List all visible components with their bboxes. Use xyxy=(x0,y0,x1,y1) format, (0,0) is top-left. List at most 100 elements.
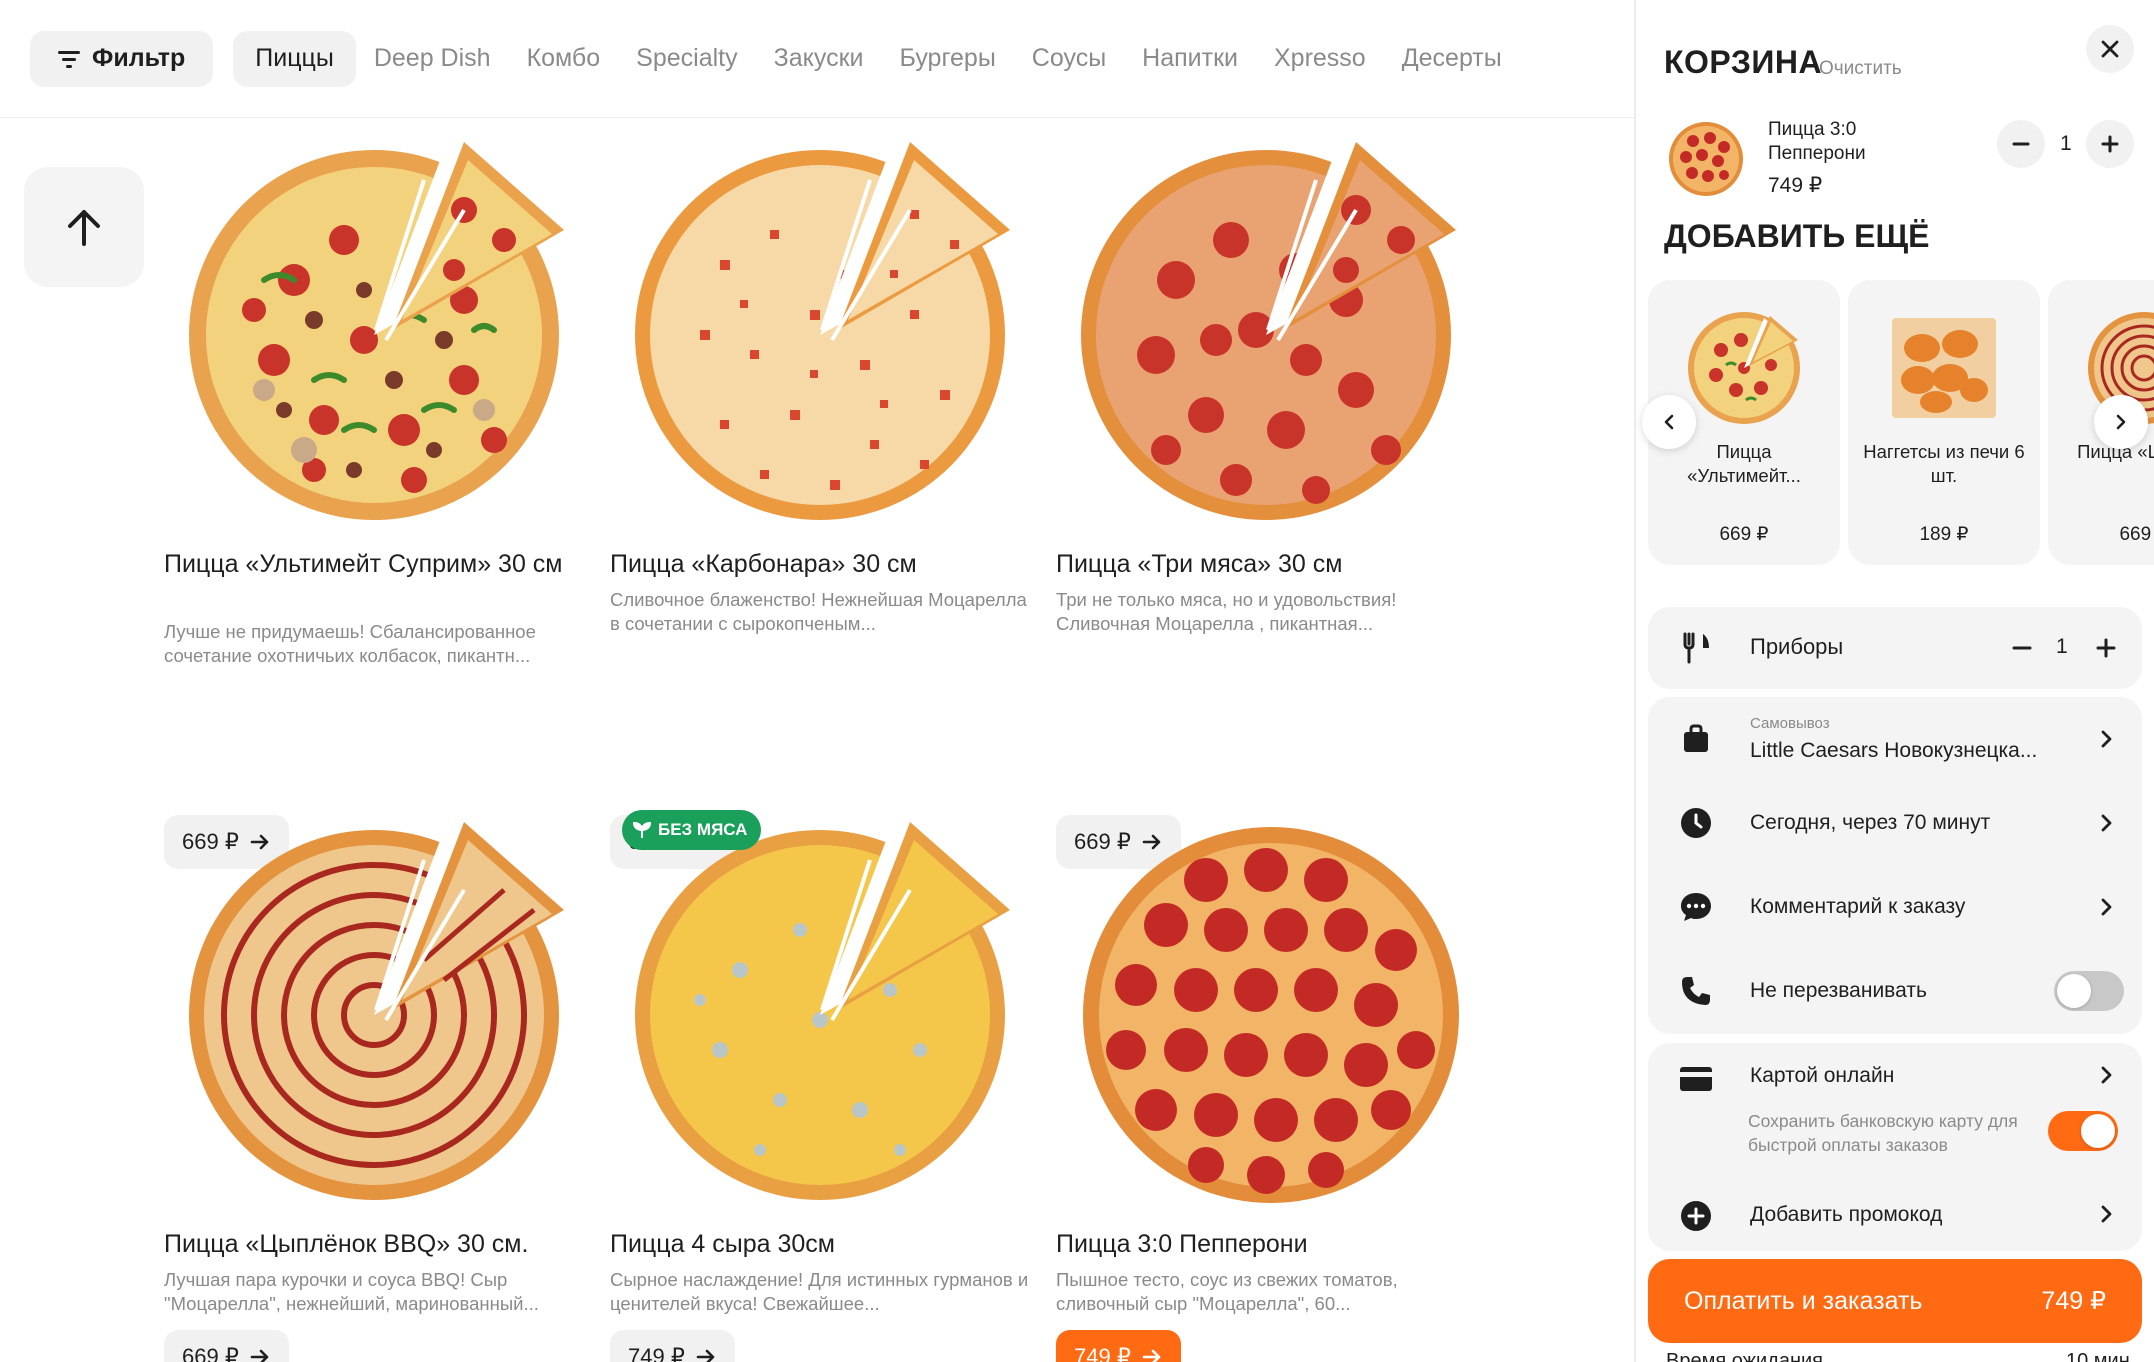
tab-burgers[interactable]: Бургеры xyxy=(881,31,1013,87)
wait-time-label: Время ожидания xyxy=(1666,1350,1824,1362)
tab-specialty[interactable]: Specialty xyxy=(618,31,755,87)
pickup-sublabel: Самовывоз xyxy=(1750,715,1830,732)
product-title: Пицца «Три мяса» 30 см xyxy=(1056,550,1343,578)
no-call-row: Не перезванивать xyxy=(1648,949,2142,1033)
pay-and-order-button[interactable]: Оплатить и заказать 749 ₽ xyxy=(1648,1259,2142,1343)
pickup-address: Little Caesars Новокузнецка... xyxy=(1750,739,2038,762)
pizza-image xyxy=(164,810,584,1230)
veg-badge-label: БЕЗ МЯСА xyxy=(658,820,748,839)
card-icon xyxy=(1678,1061,1714,1097)
product-description: Лучше не придумаешь! Сбалансированное со… xyxy=(164,621,536,666)
plus-circle-icon xyxy=(1678,1198,1714,1234)
chevron-right-icon xyxy=(2101,1066,2112,1084)
promo-row[interactable]: Добавить промокод xyxy=(1648,1181,2142,1251)
product-title: Пицца «Ультимейт Суприм» 30 см xyxy=(164,550,563,578)
product-description: Лучшая пара курочки и соуса BBQ! Сыр "Мо… xyxy=(164,1269,539,1314)
chevron-right-icon xyxy=(2101,1205,2112,1223)
tab-deep-dish[interactable]: Deep Dish xyxy=(356,31,509,87)
plus-icon xyxy=(2101,135,2119,153)
payment-method-row[interactable]: Картой онлайн xyxy=(1648,1043,2142,1109)
product-title: Пицца 3:0 Пепперони xyxy=(1056,1230,1308,1258)
tab-desserts[interactable]: Десерты xyxy=(1384,31,1520,87)
filter-label: Фильтр xyxy=(92,44,186,72)
price-label: 669 ₽ xyxy=(182,1344,239,1362)
cart-item-image xyxy=(1668,121,1744,197)
plus-icon xyxy=(2096,638,2116,658)
pay-amount: 749 ₽ xyxy=(2041,1287,2106,1315)
close-cart-button[interactable] xyxy=(2086,25,2134,73)
pizza-image xyxy=(1056,130,1476,550)
cutlery-increase-button[interactable] xyxy=(2092,634,2120,662)
price-label: 749 ₽ xyxy=(1074,1344,1131,1362)
cutlery-decrease-button[interactable] xyxy=(2008,634,2036,662)
pizza-image xyxy=(1056,810,1476,1230)
comment-label: Комментарий к заказу xyxy=(1750,895,1966,918)
arrow-up-icon xyxy=(68,210,100,246)
pizza-image xyxy=(610,130,1030,550)
promo-label: Добавить промокод xyxy=(1750,1203,1943,1226)
price-button[interactable]: 749 ₽ xyxy=(610,1330,735,1362)
pay-label: Оплатить и заказать xyxy=(1684,1286,1923,1315)
increase-qty-button[interactable] xyxy=(2086,120,2134,168)
cart-panel: КОРЗИНА Очистить Пицца 3:0 Пепперони 749… xyxy=(1636,0,2154,1362)
product-description: Пышное тесто, соус из свежих томатов, сл… xyxy=(1056,1269,1398,1314)
minus-icon xyxy=(2012,142,2030,146)
category-bar: Фильтр Пиццы Deep Dish Комбо Specialty З… xyxy=(0,0,1634,118)
cart-item-qty: 1 xyxy=(2060,132,2072,155)
add-more-title: ДОБАВИТЬ ЕЩЁ xyxy=(1664,218,1930,254)
cart-title: КОРЗИНА xyxy=(1664,44,1823,80)
pizza-image xyxy=(164,130,584,550)
upsell-image xyxy=(1892,318,1996,418)
arrow-right-icon xyxy=(1142,1349,1161,1362)
time-label: Сегодня, через 70 минут xyxy=(1750,811,1991,834)
clock-icon xyxy=(1678,805,1714,841)
chevron-right-icon xyxy=(2101,730,2112,748)
wait-time-value: 10 мин xyxy=(2066,1350,2130,1362)
comment-icon xyxy=(1678,889,1714,925)
upsell-price: 669 ₽ xyxy=(1719,524,1769,545)
arrow-right-icon xyxy=(696,1349,715,1362)
tab-pizzas[interactable]: Пиццы xyxy=(233,30,356,87)
save-card-toggle[interactable] xyxy=(2048,1111,2118,1151)
carousel-next-button[interactable] xyxy=(2094,395,2148,449)
pizza-image xyxy=(610,810,1030,1230)
cart-item-name: Пицца 3:0 Пепперони xyxy=(1768,119,1866,164)
close-icon xyxy=(2101,40,2119,58)
cutlery-qty: 1 xyxy=(2056,635,2068,658)
price-label: 749 ₽ xyxy=(628,1344,685,1362)
save-card-text: Сохранить банковскую карту для быстрой о… xyxy=(1748,1111,2018,1155)
chevron-left-icon xyxy=(1664,414,1674,430)
cutlery-panel: Приборы 1 xyxy=(1648,607,2142,689)
decrease-qty-button[interactable] xyxy=(1997,120,2045,168)
payment-method-label: Картой онлайн xyxy=(1750,1064,1895,1087)
carousel-prev-button[interactable] xyxy=(1642,395,1696,449)
price-button[interactable]: 669 ₽ xyxy=(164,1330,289,1362)
tab-xpresso[interactable]: Xpresso xyxy=(1256,31,1384,87)
upsell-card[interactable]: Наггетсы из печи 6 шт. 189 ₽ xyxy=(1848,280,2040,565)
comment-row[interactable]: Комментарий к заказу xyxy=(1648,865,2142,949)
tab-sauces[interactable]: Соусы xyxy=(1014,31,1124,87)
tab-combo[interactable]: Комбо xyxy=(509,31,619,87)
product-description: Сырное наслаждение! Для истинных гурмано… xyxy=(610,1269,1029,1314)
no-call-toggle[interactable] xyxy=(2054,971,2124,1011)
cart-item-price: 749 ₽ xyxy=(1768,174,1823,197)
time-row[interactable]: Сегодня, через 70 минут xyxy=(1648,781,2142,865)
leaf-icon xyxy=(632,821,652,838)
cutlery-icon xyxy=(1678,630,1714,666)
minus-icon xyxy=(2012,646,2032,650)
scroll-up-button[interactable] xyxy=(24,167,144,287)
no-call-label: Не перезванивать xyxy=(1750,979,1927,1002)
filter-button[interactable]: Фильтр xyxy=(30,30,214,87)
page: Фильтр Пиццы Deep Dish Комбо Specialty З… xyxy=(0,0,2154,1362)
upsell-price: 189 ₽ xyxy=(1919,524,1969,545)
chevron-right-icon xyxy=(2101,898,2112,916)
tab-drinks[interactable]: Напитки xyxy=(1124,31,1256,87)
pickup-row[interactable]: Самовывоз Little Caesars Новокузнецка... xyxy=(1648,697,2142,781)
tab-snacks[interactable]: Закуски xyxy=(756,31,882,87)
product-description: Сливочное блаженство! Нежнейшая Моцарелл… xyxy=(610,589,1027,634)
clear-cart-link[interactable]: Очистить xyxy=(1819,58,1902,80)
menu-area: Фильтр Пиццы Deep Dish Комбо Specialty З… xyxy=(0,0,1634,1362)
cutlery-label: Приборы xyxy=(1750,634,1844,659)
price-button[interactable]: 749 ₽ xyxy=(1056,1330,1181,1362)
phone-icon xyxy=(1678,973,1714,1009)
